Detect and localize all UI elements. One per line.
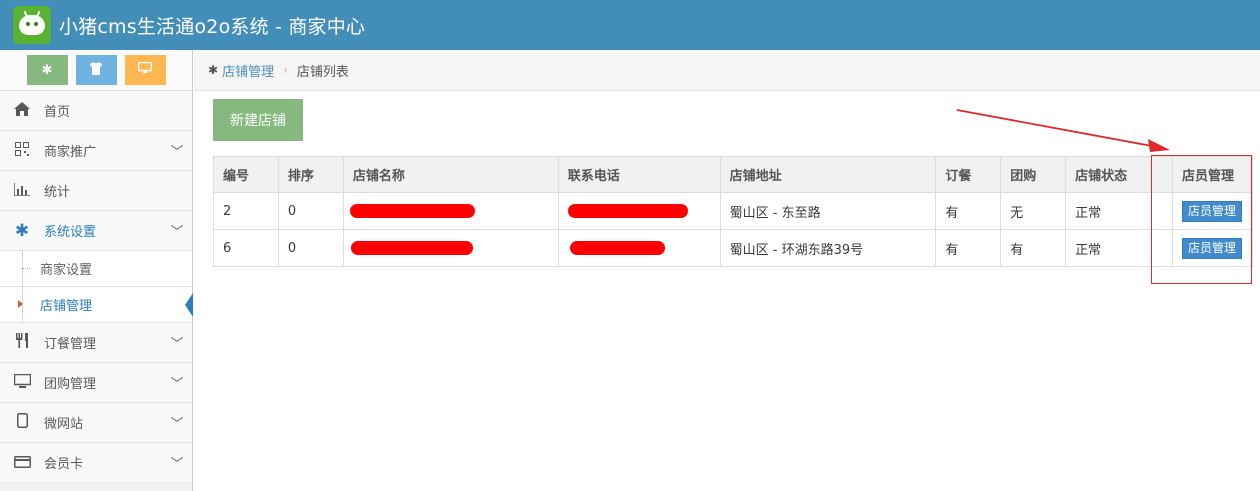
- annotation-highlight-box: [1151, 155, 1252, 284]
- annotation-arrow: [956, 109, 1170, 152]
